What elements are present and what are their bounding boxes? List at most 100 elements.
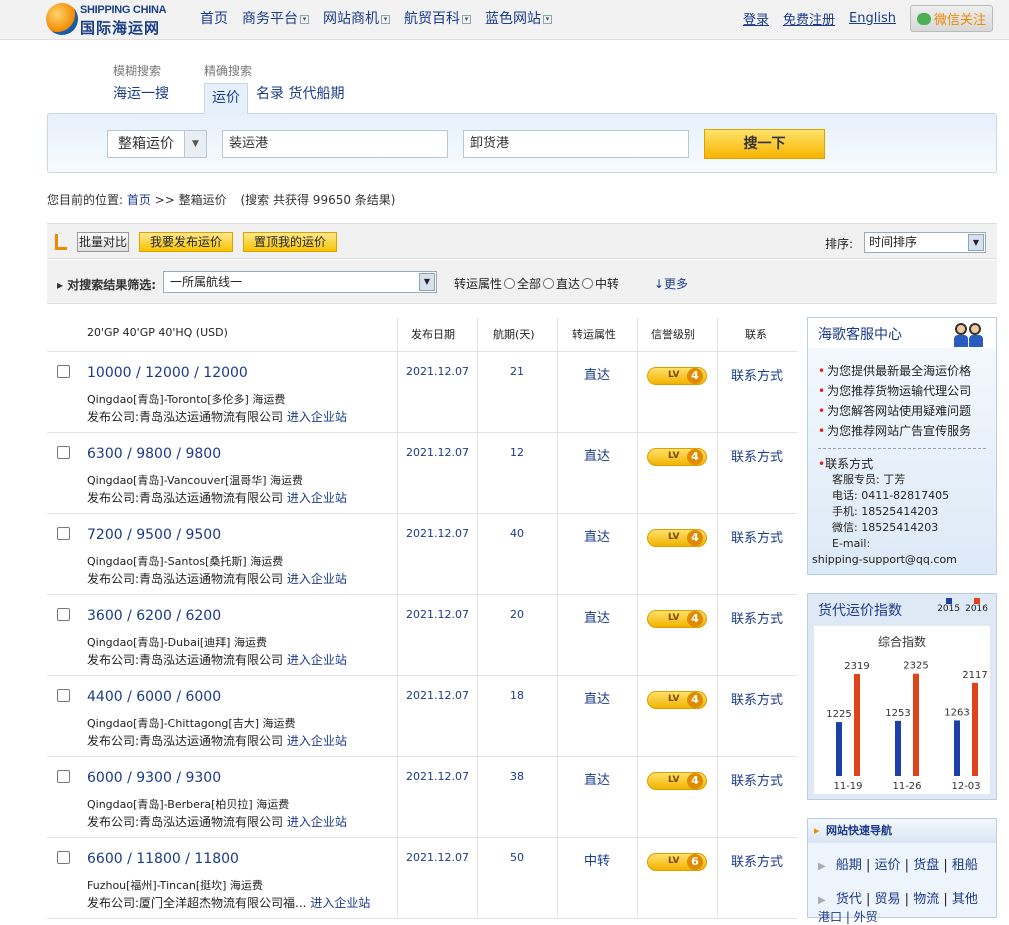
quick-nav-row-partial[interactable]: 港口 | 外贸 [818, 908, 878, 925]
credit-level-badge: LV 6 [647, 853, 707, 871]
batch-compare-button[interactable]: 批量对比 [77, 232, 129, 252]
lv-text: LV [668, 775, 680, 785]
rate-price-link[interactable]: 7200 / 9500 / 9500 [87, 527, 221, 543]
freight-index-title: 货代运价指数 [818, 603, 902, 619]
quick-nav-link[interactable]: 运价 [875, 858, 901, 873]
table-row: 3600 / 6200 / 6200 Qingdao[青岛]-Dubai[迪拜] … [47, 595, 797, 676]
transit-type: 中转 [583, 854, 610, 869]
quick-nav-link[interactable]: 货代 [836, 892, 862, 907]
tab-directory[interactable]: 名录 [256, 86, 284, 102]
radio-transship[interactable] [582, 278, 594, 289]
route-text: Fuzhou[福州]-Tincan[挺坎] 海运费 [87, 879, 263, 892]
enter-site-link[interactable]: 进入企业站 [287, 653, 347, 667]
enter-site-link[interactable]: 进入企业站 [310, 896, 370, 910]
wechat-follow-button[interactable]: 微信关注 [909, 5, 993, 32]
sort-select[interactable]: 时间排序 ▼ [864, 232, 986, 253]
list-item: 为您推荐网站广告宣传服务 [818, 421, 971, 441]
tab-rate[interactable]: 运价 [204, 83, 248, 114]
row-checkbox[interactable] [57, 365, 70, 378]
nav-opportunities[interactable]: 网站商机 ▾ [323, 8, 390, 28]
register-link[interactable]: 免费注册 [783, 9, 835, 28]
enter-site-link[interactable]: 进入企业站 [287, 410, 347, 424]
contact-link[interactable]: 联系方式 [727, 608, 787, 627]
breadcrumb-home[interactable]: 首页 [127, 193, 151, 207]
nav-blue-sites[interactable]: 蓝色网站 ▾ [485, 8, 552, 28]
english-link[interactable]: English [849, 11, 896, 26]
rate-type-select[interactable]: 整箱运价 ▼ [107, 130, 207, 158]
nav-business-platform[interactable]: 商务平台 ▾ [242, 8, 309, 28]
radio-direct[interactable] [543, 278, 555, 289]
contact-link[interactable]: 联系方式 [727, 527, 787, 546]
company-line: 发布公司:青岛泓达运通物流有限公司 进入企业站 [87, 653, 347, 667]
chart-legend: 2015 2016 [937, 598, 988, 614]
triangle-icon: ▶ [818, 861, 826, 872]
wechat-icon [916, 12, 931, 25]
rate-price-link[interactable]: 3600 / 6200 / 6200 [87, 608, 221, 624]
level-number: 4 [687, 773, 703, 789]
quick-nav-link[interactable]: 其他 [952, 892, 978, 907]
quick-nav-link[interactable]: 船期 [836, 858, 862, 873]
publish-date: 2021.12.07 [406, 527, 469, 540]
route-text: Qingdao[青岛]-Dubai[迪拜] 海运费 [87, 636, 267, 649]
enter-site-link[interactable]: 进入企业站 [287, 572, 347, 586]
more-filters-link[interactable]: ↓更多 [654, 275, 688, 292]
x-tick-label: 11-19 [833, 781, 862, 792]
tab-ocean-search[interactable]: 海运一搜 [113, 86, 169, 102]
nav-encyclopedia[interactable]: 航贸百科 ▾ [404, 8, 471, 28]
quick-nav-link[interactable]: 租船 [952, 858, 978, 873]
list-item: 为您推荐货物运输代理公司 [818, 381, 971, 401]
radio-all[interactable] [504, 278, 516, 289]
quick-nav-link[interactable]: 贸易 [875, 892, 901, 907]
dropdown-arrow-icon: ▼ [419, 273, 435, 291]
table-header: 20'GP 40'GP 40'HQ (USD) 发布日期 航期(天) 转运属性 … [47, 318, 797, 352]
publish-rate-button[interactable]: 我要发布运价 [139, 232, 233, 252]
port-of-loading-input[interactable]: 装运港 [222, 130, 448, 158]
pin-rate-button[interactable]: 置顶我的运价 [243, 232, 337, 252]
rate-price-link[interactable]: 4400 / 6000 / 6000 [87, 689, 221, 705]
company-line: 发布公司:青岛泓达运通物流有限公司 进入企业站 [87, 491, 347, 505]
list-item: 为您提供最新最全海运价格 [818, 361, 971, 381]
credit-level-badge: LV 4 [647, 448, 707, 466]
transit-days: 21 [510, 365, 524, 378]
rate-price-link[interactable]: 6300 / 9800 / 9800 [87, 446, 221, 462]
rate-price-link[interactable]: 10000 / 12000 / 12000 [87, 365, 248, 381]
enter-site-link[interactable]: 进入企业站 [287, 734, 347, 748]
tab-schedule[interactable]: 货代船期 [288, 86, 344, 102]
quick-nav-link[interactable]: 货盘 [913, 858, 939, 873]
quick-nav-link[interactable]: 物流 [913, 892, 939, 907]
enter-site-link[interactable]: 进入企业站 [287, 815, 347, 829]
level-number: 6 [687, 854, 703, 870]
credit-level-badge: LV 4 [647, 691, 707, 709]
freight-index-panel: 货代运价指数 2015 2016 综合指数 1225 2319 11-19 1253 2… [807, 593, 997, 800]
search-button[interactable]: 搜一下 [704, 129, 825, 159]
row-checkbox[interactable] [57, 851, 70, 864]
contact-link[interactable]: 联系方式 [727, 446, 787, 465]
chart-area: 综合指数 1225 2319 11-19 1253 2325 11-26 1263 2117 1… [814, 626, 990, 794]
route-filter-select[interactable]: 一所属航线一 ▼ [163, 271, 437, 293]
site-logo[interactable]: SHIPPING CHINA 国际海运网 [46, 3, 181, 37]
bar-value-label: 2319 [844, 661, 869, 672]
rate-price-link[interactable]: 6000 / 9300 / 9300 [87, 770, 221, 786]
row-checkbox[interactable] [57, 689, 70, 702]
result-toolbar: 批量对比 我要发布运价 置顶我的运价 排序: 时间排序 ▼ [47, 223, 997, 259]
row-checkbox[interactable] [57, 770, 70, 783]
contact-link[interactable]: 联系方式 [727, 851, 787, 870]
transit-days: 38 [510, 770, 524, 783]
row-checkbox[interactable] [57, 527, 70, 540]
row-checkbox[interactable] [57, 446, 70, 459]
transit-type: 直达 [583, 449, 610, 464]
row-checkbox[interactable] [57, 608, 70, 621]
nav-home[interactable]: 首页 [200, 8, 228, 28]
rate-price-link[interactable]: 6600 / 11800 / 11800 [87, 851, 239, 867]
col-contact: 联系 [745, 328, 767, 341]
enter-site-link[interactable]: 进入企业站 [287, 491, 347, 505]
service-center-title: 海歌客服中心 [818, 327, 902, 343]
level-number: 4 [687, 530, 703, 546]
support-email[interactable]: shipping-support@qq.com [812, 552, 957, 568]
login-link[interactable]: 登录 [743, 9, 769, 28]
contact-link[interactable]: 联系方式 [727, 365, 787, 384]
port-of-discharge-input[interactable]: 卸货港 [463, 130, 689, 158]
contact-link[interactable]: 联系方式 [727, 770, 787, 789]
contact-link[interactable]: 联系方式 [727, 689, 787, 708]
level-number: 4 [687, 449, 703, 465]
